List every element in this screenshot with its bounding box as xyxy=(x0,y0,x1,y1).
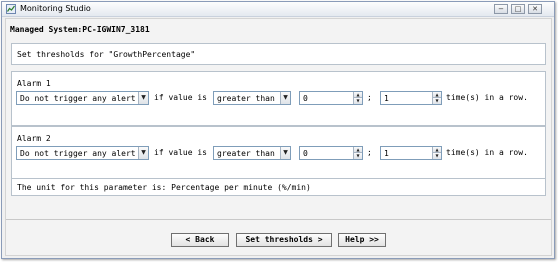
alarm-2-operator-select[interactable]: greater than ▼ xyxy=(213,146,291,160)
chevron-down-icon[interactable]: ▼ xyxy=(280,147,290,159)
spin-down-icon[interactable]: ▼ xyxy=(354,98,362,104)
alarm-1-separator: ; xyxy=(367,93,372,102)
spin-down-icon[interactable]: ▼ xyxy=(354,153,362,159)
chevron-down-icon[interactable]: ▼ xyxy=(138,92,148,104)
spinner-buttons: ▲ ▼ xyxy=(432,92,441,104)
alarm-1-if-label: if value is xyxy=(154,93,207,102)
title-bar[interactable]: Monitoring Studio − □ ✕ xyxy=(2,2,554,17)
alarm-2-alert-select[interactable]: Do not trigger any alert ▼ xyxy=(16,146,149,160)
alarm-1-title: Alarm 1 xyxy=(17,79,51,88)
content-area: Managed System:PC-IGWIN7_3181 Set thresh… xyxy=(5,18,552,256)
help-button[interactable]: Help >> xyxy=(338,233,386,247)
alarm-2-rows-label: time(s) in a row. xyxy=(446,148,528,157)
app-window: Monitoring Studio − □ ✕ Managed System:P… xyxy=(1,1,555,259)
set-thresholds-button[interactable]: Set thresholds > xyxy=(236,233,332,247)
alarm-1-times-value: 1 xyxy=(384,94,389,103)
alarm-1-alert-value: Do not trigger any alert xyxy=(20,94,136,103)
spinner-buttons: ▲ ▼ xyxy=(432,147,441,159)
alarm-2-operator-value: greater than xyxy=(217,149,275,158)
alarm-1-panel: Alarm 1 Do not trigger any alert ▼ if va… xyxy=(11,71,546,126)
unit-description: The unit for this parameter is: Percenta… xyxy=(17,183,311,192)
back-button[interactable]: < Back xyxy=(171,233,229,247)
alarm-2-alert-value: Do not trigger any alert xyxy=(20,149,136,158)
alarm-1-operator-value: greater than xyxy=(217,94,275,103)
footer-divider xyxy=(6,219,551,220)
spinner-buttons: ▲ ▼ xyxy=(353,147,362,159)
maximize-button[interactable]: □ xyxy=(511,4,525,14)
alarm-1-alert-select[interactable]: Do not trigger any alert ▼ xyxy=(16,91,149,105)
minimize-button[interactable]: − xyxy=(494,4,508,14)
alarm-1-threshold-spinner[interactable]: 0 ▲ ▼ xyxy=(299,91,363,105)
alarm-2-title: Alarm 2 xyxy=(17,134,51,143)
alarm-2-if-label: if value is xyxy=(154,148,207,157)
alarm-1-row: Do not trigger any alert ▼ if value is g… xyxy=(16,91,544,105)
app-icon xyxy=(6,4,16,14)
alarm-2-panel: Alarm 2 Do not trigger any alert ▼ if va… xyxy=(11,126,546,181)
alarm-2-times-spinner[interactable]: 1 ▲ ▼ xyxy=(380,146,442,160)
alarm-1-threshold-value: 0 xyxy=(303,94,308,103)
alarm-2-separator: ; xyxy=(367,148,372,157)
alarm-2-times-value: 1 xyxy=(384,149,389,158)
alarm-2-row: Do not trigger any alert ▼ if value is g… xyxy=(16,146,544,160)
spinner-buttons: ▲ ▼ xyxy=(353,92,362,104)
alarm-2-threshold-spinner[interactable]: 0 ▲ ▼ xyxy=(299,146,363,160)
alarm-1-operator-select[interactable]: greater than ▼ xyxy=(213,91,291,105)
chevron-down-icon[interactable]: ▼ xyxy=(138,147,148,159)
close-button[interactable]: ✕ xyxy=(528,4,542,14)
chevron-down-icon[interactable]: ▼ xyxy=(280,92,290,104)
alarm-1-times-spinner[interactable]: 1 ▲ ▼ xyxy=(380,91,442,105)
threshold-header-panel: Set thresholds for "GrowthPercentage" xyxy=(11,43,546,65)
managed-system-label: Managed System:PC-IGWIN7_3181 xyxy=(10,25,150,34)
window-title: Monitoring Studio xyxy=(20,4,91,13)
unit-panel: The unit for this parameter is: Percenta… xyxy=(11,178,546,196)
spin-down-icon[interactable]: ▼ xyxy=(433,98,441,104)
alarm-1-rows-label: time(s) in a row. xyxy=(446,93,528,102)
threshold-header: Set thresholds for "GrowthPercentage" xyxy=(17,50,196,59)
spin-down-icon[interactable]: ▼ xyxy=(433,153,441,159)
alarm-2-threshold-value: 0 xyxy=(303,149,308,158)
